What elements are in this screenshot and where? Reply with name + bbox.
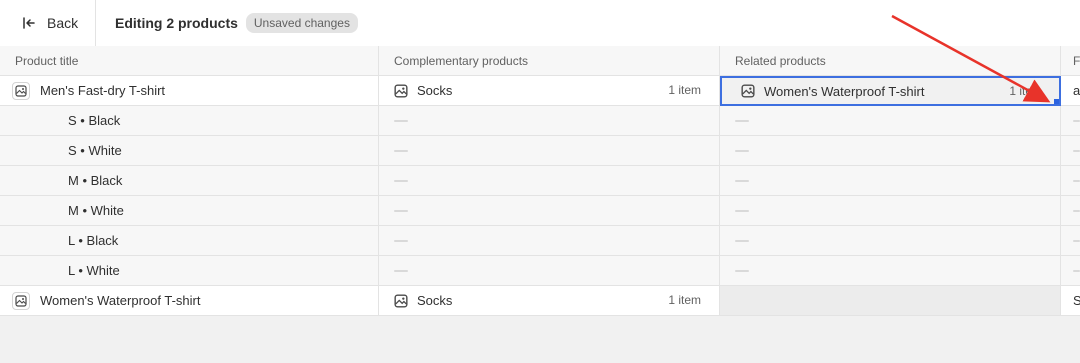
variant-title[interactable]: S • Black	[0, 106, 379, 136]
empty-dash	[735, 149, 749, 152]
complementary-cell[interactable]: Socks 1 item	[379, 286, 720, 316]
complementary-cell[interactable]: Socks 1 item	[379, 76, 720, 106]
table-row: M • White	[0, 196, 1080, 226]
related-product: Women's Waterproof T-shirt	[764, 83, 925, 99]
empty-dash	[735, 239, 749, 242]
variant-title[interactable]: S • White	[0, 136, 379, 166]
variant-title[interactable]: L • White	[0, 256, 379, 286]
image-placeholder-icon	[12, 291, 30, 310]
empty-cell	[379, 196, 720, 226]
back-label: Back	[47, 15, 79, 31]
item-count: 1 item	[1009, 84, 1042, 98]
image-placeholder-icon	[394, 83, 408, 98]
back-arrow-icon	[22, 16, 36, 30]
empty-cell	[720, 106, 1061, 136]
product-title-cell[interactable]: Men's Fast-dry T-shirt	[0, 76, 379, 106]
empty-dash	[735, 179, 749, 182]
editor-header: Back Editing 2 products Unsaved changes	[0, 0, 1080, 46]
item-count: 1 item	[668, 293, 701, 307]
bulk-edit-grid: Product title Complementary products Rel…	[0, 46, 1080, 316]
variant-title[interactable]: M • White	[0, 196, 379, 226]
empty-dash	[735, 209, 749, 212]
empty-cell	[720, 256, 1061, 286]
product-title-cell[interactable]: Women's Waterproof T-shirt	[0, 286, 379, 316]
table-row: S • Black	[0, 106, 1080, 136]
table-row: Women's Waterproof T-shirt Socks 1 item …	[0, 286, 1080, 316]
variant-title[interactable]: M • Black	[0, 166, 379, 196]
related-cell-disabled	[720, 286, 1061, 316]
complementary-product: Socks	[417, 83, 453, 98]
empty-dash	[1073, 239, 1080, 242]
column-header-product-title[interactable]: Product title	[0, 46, 379, 76]
empty-dash	[1073, 269, 1080, 272]
related-cell-selected[interactable]: Women's Waterproof T-shirt 1 item	[720, 76, 1061, 106]
empty-cell	[379, 106, 720, 136]
empty-dash	[735, 269, 749, 272]
product-title: Men's Fast-dry T-shirt	[40, 83, 166, 98]
empty-dash	[394, 149, 408, 152]
image-placeholder-icon	[394, 293, 408, 308]
column-header-complementary[interactable]: Complementary products	[379, 46, 720, 76]
empty-dash	[735, 119, 749, 122]
variant-title[interactable]: L • Black	[0, 226, 379, 256]
item-count: 1 item	[668, 83, 701, 97]
table-row: L • White	[0, 256, 1080, 286]
image-placeholder-icon	[12, 81, 30, 100]
empty-cell	[720, 166, 1061, 196]
empty-dash	[394, 269, 408, 272]
unsaved-badge: Unsaved changes	[245, 13, 358, 33]
page-title: Editing 2 products	[115, 15, 238, 31]
empty-cell	[1061, 106, 1080, 136]
empty-cell	[1061, 256, 1080, 286]
empty-dash	[1073, 149, 1080, 152]
image-placeholder-icon	[741, 84, 755, 98]
next-column-cell[interactable]: S	[1061, 286, 1080, 316]
empty-dash	[394, 179, 408, 182]
empty-cell	[379, 166, 720, 196]
empty-cell	[720, 226, 1061, 256]
empty-cell	[1061, 196, 1080, 226]
empty-cell	[720, 136, 1061, 166]
product-title: Women's Waterproof T-shirt	[40, 293, 201, 308]
empty-dash	[394, 209, 408, 212]
table-row: S • White	[0, 136, 1080, 166]
empty-cell	[379, 136, 720, 166]
empty-cell	[379, 256, 720, 286]
empty-dash	[1073, 179, 1080, 182]
table-row: M • Black	[0, 166, 1080, 196]
back-button[interactable]: Back	[0, 0, 96, 46]
column-header-related[interactable]: Related products	[720, 46, 1061, 76]
empty-cell	[1061, 166, 1080, 196]
column-header-next[interactable]: F	[1061, 46, 1080, 76]
empty-dash	[1073, 209, 1080, 212]
empty-cell	[1061, 226, 1080, 256]
complementary-product: Socks	[417, 293, 453, 308]
header-row: Product title Complementary products Rel…	[0, 46, 1080, 76]
table-row: Men's Fast-dry T-shirt Socks 1 item Wome…	[0, 76, 1080, 106]
table-row: L • Black	[0, 226, 1080, 256]
next-column-cell[interactable]: a	[1061, 76, 1080, 106]
empty-dash	[394, 239, 408, 242]
empty-dash	[1073, 119, 1080, 122]
empty-cell	[379, 226, 720, 256]
empty-cell	[720, 196, 1061, 226]
empty-cell	[1061, 136, 1080, 166]
fill-handle[interactable]	[1054, 99, 1059, 104]
empty-dash	[394, 119, 408, 122]
